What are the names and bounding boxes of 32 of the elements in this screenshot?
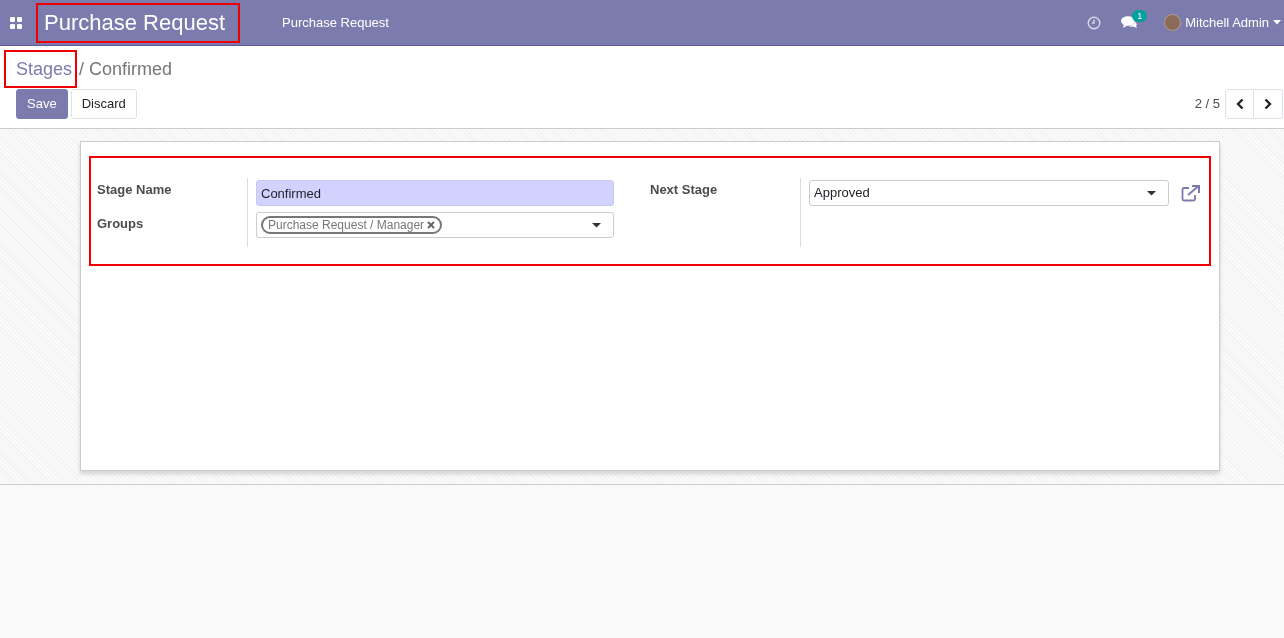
pager-value: 2 / 5: [1194, 95, 1220, 114]
clock-icon[interactable]: [1087, 15, 1102, 30]
tags-field[interactable]: Purchase Request / Manager: [256, 212, 614, 238]
dropdown-caret-icon: [592, 222, 601, 228]
user-menu[interactable]: Mitchell Admin: [1185, 12, 1269, 33]
field-label: Next Stage: [650, 181, 719, 199]
text-field[interactable]: Confirmed: [256, 180, 614, 206]
app-title: Purchase Request: [44, 9, 225, 37]
apps-menu-icon[interactable]: [10, 16, 22, 29]
field-label: Groups: [97, 215, 145, 233]
remove-icon[interactable]: [427, 221, 436, 229]
chat-icon[interactable]: [1121, 16, 1139, 29]
select-field[interactable]: Approved: [809, 180, 1169, 206]
chevron-left-icon: [1235, 98, 1244, 110]
caret-icon[interactable]: [1273, 20, 1281, 25]
save-button[interactable]: Save: [16, 89, 68, 119]
select-value: Approved: [814, 184, 870, 203]
breadcrumb-current: Confirmed: [89, 57, 173, 81]
chevron-right-icon: [1264, 98, 1272, 110]
tag-label: Purchase Request / Manager: [268, 218, 425, 232]
tag[interactable]: Purchase Request / Manager: [261, 216, 443, 234]
notification-badge: 1: [1132, 10, 1148, 22]
field-label: Stage Name: [97, 181, 173, 199]
external-link-icon[interactable]: [1181, 184, 1200, 202]
breadcrumb-link[interactable]: Stages: [16, 55, 73, 83]
next-button[interactable]: [1254, 89, 1283, 119]
dropdown-caret-icon: [1147, 190, 1156, 196]
previous-button[interactable]: [1225, 89, 1254, 119]
discard-button[interactable]: Discard: [70, 89, 137, 119]
menu-item[interactable]: Purchase Request: [282, 12, 389, 33]
avatar: [1164, 14, 1182, 31]
breadcrumb-separator: /: [79, 57, 84, 81]
